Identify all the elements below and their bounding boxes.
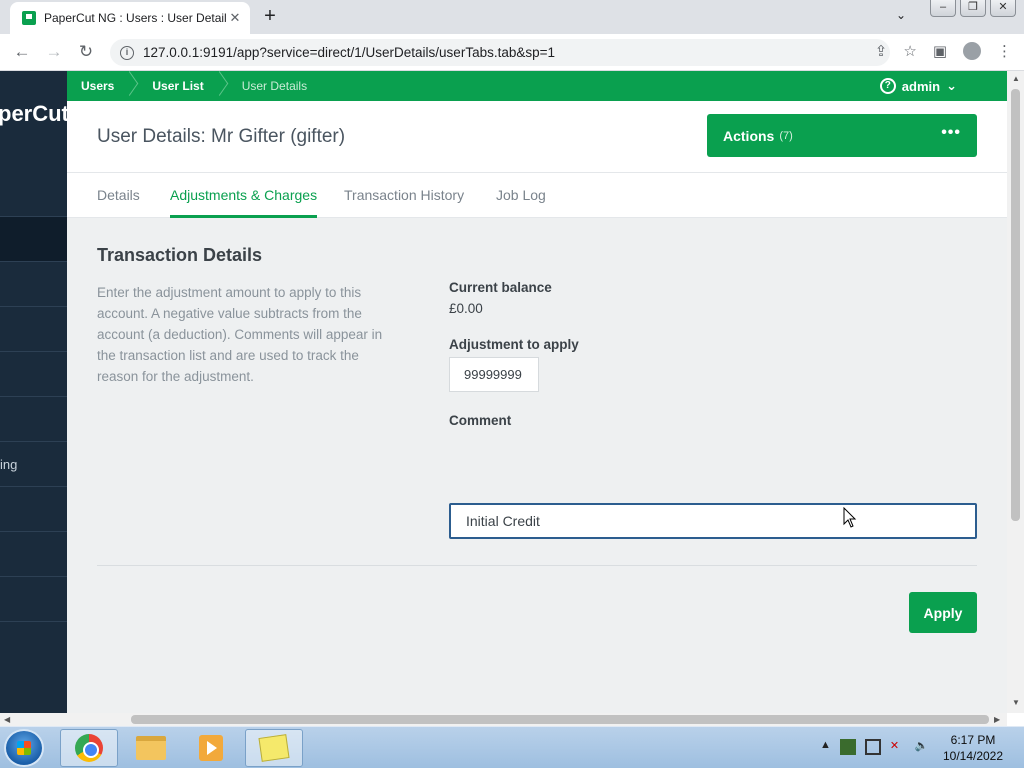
url-field[interactable]: i 127.0.0.1:9191/app?service=direct/1/Us…: [110, 39, 890, 66]
side-panel-icon[interactable]: ▣: [933, 42, 947, 60]
clock-date: 10/14/2022: [942, 749, 1004, 763]
tray-expand-icon[interactable]: ▲: [820, 739, 831, 755]
actions-button[interactable]: Actions (7) •••: [707, 114, 977, 157]
sticky-notes-icon: [258, 734, 290, 762]
mouse-cursor-icon: [843, 507, 857, 528]
user-tabs: Details Adjustments & Charges Transactio…: [67, 172, 1007, 218]
breadcrumb-user-details: User Details: [241, 79, 308, 93]
taskbar-sticky-notes[interactable]: [245, 729, 303, 767]
new-tab-button[interactable]: +: [260, 5, 280, 28]
breadcrumb-user-list[interactable]: User List: [138, 71, 217, 101]
breadcrumb-separator: [218, 71, 228, 101]
share-icon[interactable]: ⇪: [875, 42, 888, 60]
form-description: Enter the adjustment amount to apply to …: [97, 285, 383, 384]
address-bar-row: ← → ↻ i 127.0.0.1:9191/app?service=direc…: [0, 34, 1024, 71]
breadcrumb-users[interactable]: Users: [67, 71, 128, 101]
vertical-scrollbar[interactable]: ▲ ▼: [1007, 71, 1024, 713]
page-header: User Details: Mr Gifter (gifter) Actions…: [67, 101, 1007, 172]
horizontal-scrollbar[interactable]: ◀ ▶: [0, 713, 1007, 726]
system-tray: ▲ ✕ 🔈: [820, 739, 931, 755]
user-menu[interactable]: ? admin ⌄: [879, 71, 957, 101]
sidebar-item-6[interactable]: ing: [0, 441, 67, 486]
sidebar-item-4[interactable]: [0, 351, 67, 396]
sidebar-item-2[interactable]: [0, 261, 67, 306]
url-text: 127.0.0.1:9191/app?service=direct/1/User…: [143, 45, 556, 60]
tab-job-log[interactable]: Job Log: [496, 187, 546, 215]
page-title: User Details: Mr Gifter (gifter): [97, 126, 346, 147]
form-divider: [97, 565, 977, 566]
reload-icon[interactable]: ↻: [76, 42, 96, 62]
page-body: perCut ing Users User List User Details …: [0, 71, 1024, 713]
browser-menu-icon[interactable]: ⋮: [997, 42, 1012, 60]
current-balance-label: Current balance: [449, 280, 552, 295]
tab-details[interactable]: Details: [97, 187, 140, 215]
tab-adjustments-charges[interactable]: Adjustments & Charges: [170, 187, 318, 218]
current-balance-value: £0.00: [449, 301, 483, 316]
taskbar-clock[interactable]: 6:17 PM 10/14/2022: [936, 732, 1010, 764]
tab-transaction-history[interactable]: Transaction History: [344, 187, 464, 215]
scroll-left-icon[interactable]: ◀: [4, 715, 10, 724]
browser-tab-title: PaperCut NG : Users : User Detail: [44, 11, 226, 25]
breadcrumb: Users User List User Details ? admin ⌄: [67, 71, 1007, 101]
sidebar-item-1[interactable]: [0, 216, 67, 261]
adjustment-input[interactable]: [449, 357, 539, 392]
vertical-scroll-thumb[interactable]: [1011, 89, 1020, 521]
volume-icon[interactable]: 🔈: [915, 739, 931, 755]
tab-search-chevron-icon[interactable]: ⌄: [896, 8, 906, 22]
back-arrow-icon[interactable]: ←: [12, 42, 32, 62]
papercut-favicon-icon: [22, 11, 36, 25]
actions-label: Actions: [723, 127, 775, 144]
chrome-icon: [75, 734, 103, 762]
comment-label: Comment: [449, 413, 512, 428]
minimize-button[interactable]: –: [930, 0, 956, 17]
tray-app-icon[interactable]: [839, 739, 856, 755]
apply-button[interactable]: Apply: [909, 592, 977, 633]
browser-tab-strip: PaperCut NG : Users : User Detail ✕ + ⌄ …: [0, 0, 1024, 34]
close-window-button[interactable]: ✕: [990, 0, 1016, 17]
browser-tab[interactable]: PaperCut NG : Users : User Detail ✕: [10, 2, 250, 34]
site-info-icon[interactable]: i: [120, 45, 134, 60]
papercut-logo: perCut: [0, 101, 67, 126]
windows-taskbar: ▲ ✕ 🔈 6:17 PM 10/14/2022: [0, 726, 1024, 768]
chevron-down-icon[interactable]: ⌄: [946, 78, 957, 94]
profile-avatar-icon[interactable]: [963, 42, 981, 60]
scroll-up-icon[interactable]: ▲: [1012, 74, 1020, 83]
sidebar-item-9[interactable]: [0, 576, 67, 621]
sidebar-item-3[interactable]: [0, 306, 67, 351]
comment-input[interactable]: [449, 503, 977, 539]
actions-count: (7): [779, 129, 793, 142]
clock-time: 6:17 PM: [950, 733, 996, 747]
sidebar: perCut ing: [0, 71, 67, 713]
browser-toolbar-icons: ⇪ ☆ ▣ ⋮: [875, 42, 1012, 60]
restore-button[interactable]: ❐: [960, 0, 986, 17]
admin-username[interactable]: admin: [902, 79, 940, 94]
forward-arrow-icon[interactable]: →: [44, 42, 64, 62]
window-controls: – ❐ ✕: [930, 0, 1016, 17]
sidebar-item-10[interactable]: [0, 621, 67, 666]
sidebar-item-8[interactable]: [0, 531, 67, 576]
taskbar-chrome[interactable]: [60, 729, 118, 767]
folder-icon: [136, 736, 166, 760]
taskbar-media-player[interactable]: [182, 729, 240, 767]
horizontal-scroll-thumb[interactable]: [131, 715, 989, 724]
scroll-down-icon[interactable]: ▼: [1012, 698, 1020, 707]
bookmark-star-icon[interactable]: ☆: [903, 42, 916, 60]
media-player-icon: [199, 735, 223, 761]
help-icon[interactable]: ?: [879, 78, 896, 94]
action-center-icon[interactable]: ✕: [890, 739, 906, 755]
adjustment-label: Adjustment to apply: [449, 337, 579, 352]
sidebar-item-5[interactable]: [0, 396, 67, 441]
breadcrumb-separator: [128, 71, 138, 101]
network-icon[interactable]: [864, 739, 881, 755]
section-title: Transaction Details: [97, 245, 263, 265]
more-dots-icon: •••: [941, 124, 961, 141]
tab-close-icon[interactable]: ✕: [226, 10, 244, 26]
scroll-right-icon[interactable]: ▶: [994, 715, 1000, 724]
start-button[interactable]: [4, 729, 44, 767]
sidebar-item-7[interactable]: [0, 486, 67, 531]
taskbar-explorer[interactable]: [122, 729, 180, 767]
